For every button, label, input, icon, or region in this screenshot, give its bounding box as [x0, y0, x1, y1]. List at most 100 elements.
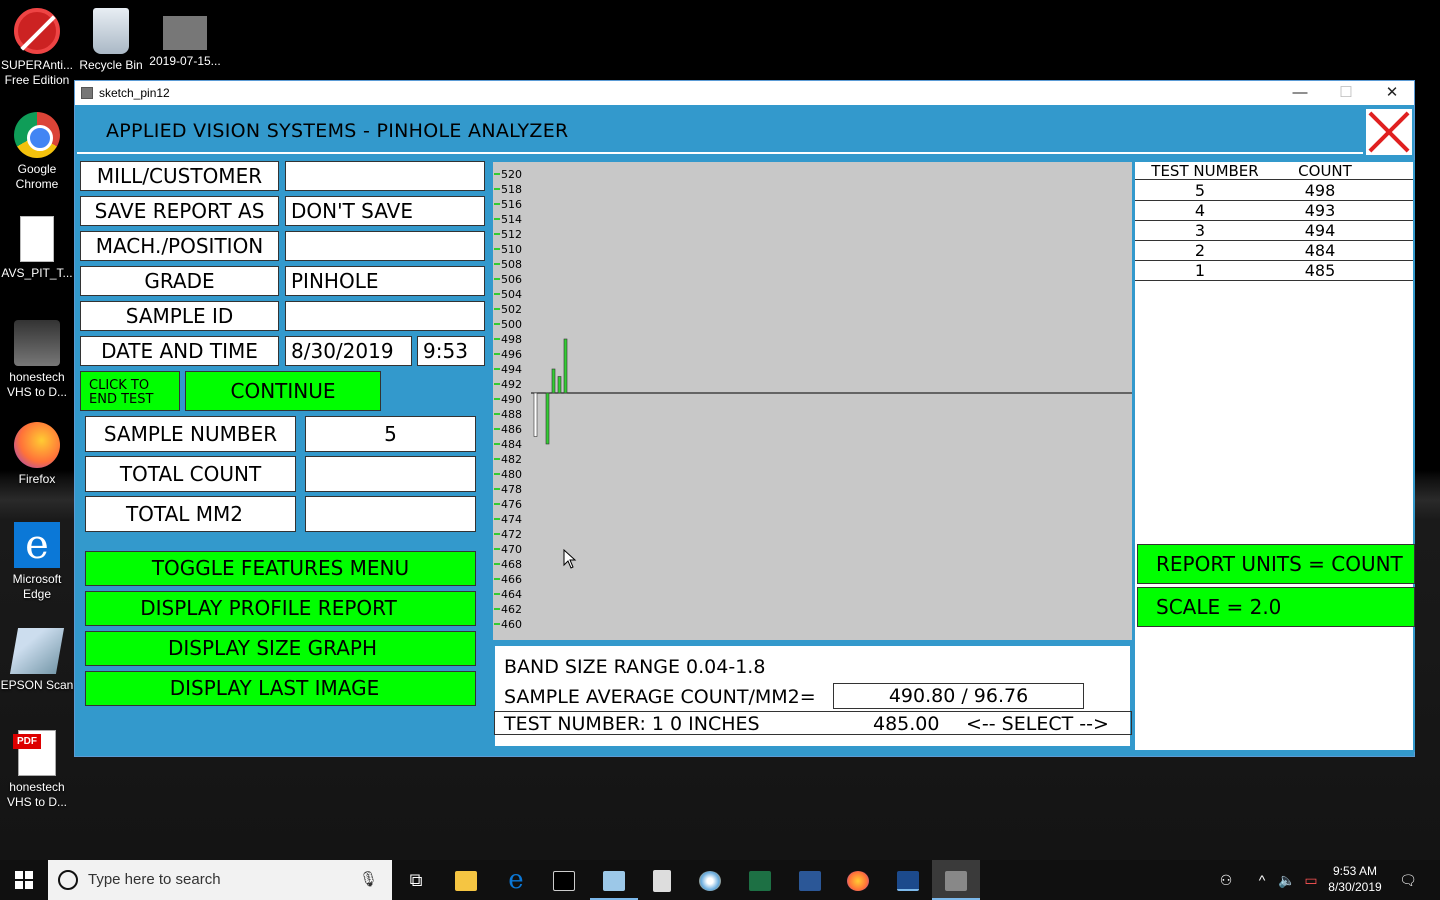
task-view-button[interactable]: ⧉: [392, 860, 440, 900]
volume-icon[interactable]: 🔈: [1276, 860, 1298, 900]
y-tick-label: 506: [501, 273, 522, 286]
y-tick-label: 464: [501, 588, 522, 601]
minimize-button[interactable]: —: [1277, 81, 1323, 105]
display-last-image-button[interactable]: DISPLAY LAST IMAGE: [85, 671, 476, 706]
maximize-button[interactable]: ☐: [1323, 81, 1369, 105]
sketch-window-taskbar-button[interactable]: [932, 860, 980, 900]
firefox-taskbar-icon[interactable]: [834, 860, 882, 900]
date-field[interactable]: 8/30/2019: [285, 336, 412, 366]
desktop-icon-epson-scan[interactable]: EPSON Scan: [0, 628, 74, 693]
y-tick-label: 470: [501, 543, 522, 556]
mill-customer-field[interactable]: [285, 161, 485, 191]
sample-id-label: SAMPLE ID: [80, 301, 279, 331]
count-graph[interactable]: 520 518 516 514 512 510 508 506 504 502 500 498 496 4…: [491, 160, 1134, 642]
table-row[interactable]: 1 485: [1135, 261, 1413, 281]
info-panel: BAND SIZE RANGE 0.04-1.8 SAMPLE AVERAGE …: [491, 644, 1134, 756]
header-test-number: TEST NUMBER: [1151, 162, 1259, 180]
y-tick-label: 472: [501, 528, 522, 541]
y-tick-label: 496: [501, 348, 522, 361]
tray-chevron-icon[interactable]: ^: [1252, 860, 1272, 900]
time-field[interactable]: 9:53: [417, 336, 485, 366]
total-mm2-label: TOTAL MM2: [85, 496, 296, 532]
desktop-icon-honestech-2[interactable]: PDF honestech VHS to D...: [0, 730, 74, 810]
y-tick-label: 494: [501, 363, 522, 376]
action-center-icon[interactable]: 🗨: [1396, 860, 1420, 900]
sample-average-value: 490.80 / 96.76: [833, 683, 1084, 709]
select-control[interactable]: <-- SELECT -->: [966, 713, 1109, 735]
continue-button[interactable]: CONTINUE: [185, 371, 381, 411]
recycle-bin-icon: [93, 8, 129, 54]
vhs-tape-icon: [14, 320, 60, 366]
toggle-features-menu-button[interactable]: TOGGLE FEATURES MENU: [85, 551, 476, 586]
taskbar: Type here to search 🎙 ⧉ e ⚇ ^ 🔈 ▭ 9:53 A…: [0, 860, 1440, 900]
test-bar: [545, 392, 550, 445]
file-explorer-icon[interactable]: [442, 860, 490, 900]
y-tick-label: 488: [501, 408, 522, 421]
report-units-button[interactable]: REPORT UNITS = COUNT: [1137, 544, 1415, 584]
taskbar-clock[interactable]: 9:53 AM 8/30/2019: [1320, 863, 1390, 895]
people-icon[interactable]: ⚇: [1214, 860, 1238, 900]
total-count-field: [305, 456, 476, 492]
sample-id-field[interactable]: [285, 301, 485, 331]
save-report-field[interactable]: DON'T SAVE: [285, 196, 485, 226]
edge-icon: e: [14, 522, 60, 568]
grade-field[interactable]: PINHOLE: [285, 266, 485, 296]
desktop-icon-firefox[interactable]: Firefox: [0, 422, 74, 487]
save-report-label: SAVE REPORT AS: [80, 196, 279, 226]
band-size-range: BAND SIZE RANGE 0.04-1.8: [504, 656, 766, 678]
clock-time: 9:53 AM: [1332, 864, 1378, 878]
paint-icon[interactable]: [686, 860, 734, 900]
word-icon[interactable]: [786, 860, 834, 900]
y-tick-label: 510: [501, 243, 522, 256]
scan-app-icon[interactable]: [590, 860, 638, 900]
clock-date: 8/30/2019: [1328, 880, 1382, 894]
table-row[interactable]: 3 494: [1135, 221, 1413, 241]
test-bar: [533, 392, 538, 437]
desktop-icon-recycle-bin[interactable]: Recycle Bin: [74, 8, 148, 73]
desktop-icon-image-file[interactable]: 2019-07-15...: [148, 8, 222, 69]
y-tick-label: 500: [501, 318, 522, 331]
processing-icon[interactable]: [884, 860, 932, 900]
desktop-icon-avs-file[interactable]: AVS_PIT_T...: [0, 216, 74, 281]
y-tick-label: 480: [501, 468, 522, 481]
test-bar: [557, 376, 562, 394]
display-profile-report-button[interactable]: DISPLAY PROFILE REPORT: [85, 591, 476, 626]
chrome-icon: [14, 112, 60, 158]
count-graph-svg: 520 518 516 514 512 510 508 506 504 502 500 498 496 4…: [494, 168, 1132, 631]
microphone-icon[interactable]: 🎙: [359, 860, 378, 900]
sample-number-field[interactable]: 5: [305, 416, 476, 452]
total-count-label: TOTAL COUNT: [85, 456, 296, 492]
network-error-icon[interactable]: ▭: [1300, 860, 1322, 900]
start-button[interactable]: [0, 860, 48, 900]
close-button[interactable]: ✕: [1369, 81, 1415, 105]
end-test-button[interactable]: CLICK TO END TEST: [80, 371, 180, 411]
desktop-icon-chrome[interactable]: Google Chrome: [0, 112, 74, 192]
desktop-icon-honestech-1[interactable]: honestech VHS to D...: [0, 320, 74, 400]
window-title: sketch_pin12: [99, 86, 170, 100]
edge-taskbar-icon[interactable]: e: [492, 860, 540, 900]
app-header: APPLIED VISION SYSTEMS - PINHOLE ANALYZE…: [77, 108, 1363, 154]
desktop-icon-edge[interactable]: e Microsoft Edge: [0, 522, 74, 602]
y-tick-label: 518: [501, 183, 522, 196]
y-tick-label: 492: [501, 378, 522, 391]
taskbar-search-box[interactable]: Type here to search 🎙: [48, 860, 392, 900]
app-title: APPLIED VISION SYSTEMS - PINHOLE ANALYZE…: [106, 120, 569, 142]
excel-icon[interactable]: [736, 860, 784, 900]
table-row[interactable]: 5 498: [1135, 181, 1413, 201]
scale-button[interactable]: SCALE = 2.0: [1137, 587, 1415, 627]
display-size-graph-button[interactable]: DISPLAY SIZE GRAPH: [85, 631, 476, 666]
y-tick-label: 498: [501, 333, 522, 346]
test-number-line: TEST NUMBER: 1 0 INCHES: [504, 713, 760, 735]
mouse-cursor-icon: [563, 549, 577, 569]
window-titlebar[interactable]: sketch_pin12 — ☐ ✕: [75, 81, 1414, 105]
table-row[interactable]: 2 484: [1135, 241, 1413, 261]
app-close-icon[interactable]: [1366, 109, 1412, 155]
test-bar: [551, 368, 556, 394]
header-count: COUNT: [1298, 162, 1352, 180]
table-row[interactable]: 4 493: [1135, 201, 1413, 221]
desktop-icon-superantispyware[interactable]: SUPERAnti... Free Edition: [0, 8, 74, 88]
mach-position-field[interactable]: [285, 231, 485, 261]
terminal-icon[interactable]: [540, 860, 588, 900]
image-file-icon: [163, 16, 207, 50]
calculator-icon[interactable]: [638, 860, 686, 900]
